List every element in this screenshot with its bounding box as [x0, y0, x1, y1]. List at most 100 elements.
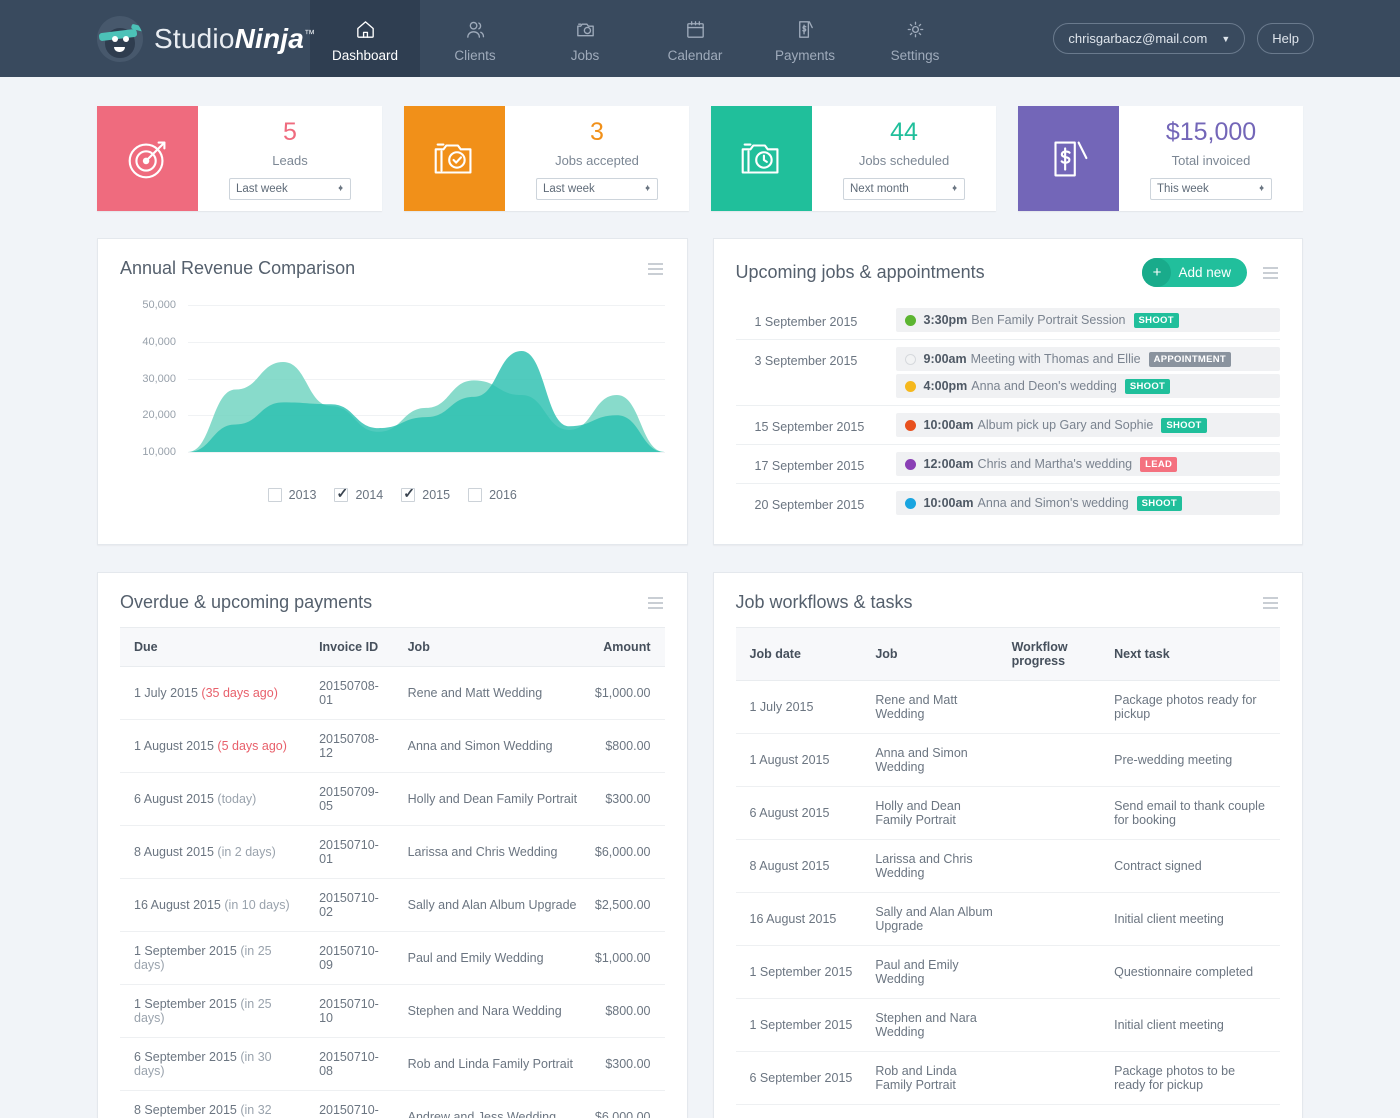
event-status-dot-icon: [904, 497, 916, 509]
table-row[interactable]: 1 August 2015 (5 days ago) 20150708-12 Ann…: [120, 719, 665, 773]
amount: $300.00: [586, 772, 665, 826]
event-status-dot-icon: [904, 458, 916, 470]
table-row[interactable]: 1 September 2015 Paul and Emily Wedding Qu…: [735, 945, 1280, 999]
table-row[interactable]: 1 September 2015 Stephen and Nara Wedding…: [735, 998, 1280, 1052]
job-event[interactable]: 10:00am Anna and Simon's wedding SHOOT: [895, 491, 1280, 515]
nav-item-jobs[interactable]: Jobs: [530, 0, 640, 77]
stat-value: 44: [890, 117, 918, 146]
account-menu-button[interactable]: chrisgarbacz@mail.com ▼: [1053, 23, 1246, 54]
stat-label: Leads: [272, 152, 308, 168]
nav-item-payments[interactable]: Payments: [750, 0, 860, 77]
table-row[interactable]: 1 July 2015 (35 days ago) 20150708-01 Rene…: [120, 666, 665, 720]
column-header[interactable]: Invoice ID: [311, 627, 400, 667]
panel-menu-icon[interactable]: [646, 261, 665, 277]
nav-item-calendar[interactable]: Calendar: [640, 0, 750, 77]
table-row[interactable]: 6 August 2015 Holly and Dean Family Portr…: [735, 786, 1280, 840]
table-row[interactable]: 8 September 2015 (in 32 days)20150710-12…: [120, 1090, 665, 1118]
workflow-progress-cell: [1003, 680, 1107, 734]
header-right: chrisgarbacz@mail.com ▼ Help: [1053, 0, 1400, 77]
due-relative: (5 days ago): [217, 739, 287, 753]
table-row[interactable]: 8 August 2015 (in 2 days) 20150710-01 Lari…: [120, 825, 665, 879]
column-header[interactable]: Workflow progress: [1003, 627, 1107, 681]
payment-due-cell: 8 September 2015 (in 32 days): [120, 1090, 312, 1118]
next-task: Pre-wedding meeting: [1106, 1104, 1280, 1118]
job-name: Holly and Dean Family Portrait: [399, 772, 587, 826]
workflow-progress-cell: [1003, 892, 1107, 946]
stat-period-select[interactable]: This week ▲ ▼: [1150, 177, 1272, 200]
checkbox-icon[interactable]: [468, 488, 483, 502]
add-new-button[interactable]: + Add new: [1142, 258, 1247, 287]
table-row[interactable]: 6 August 2015 (today) 20150709-05 Holly an…: [120, 772, 665, 826]
stat-period-select[interactable]: Last week ▲ ▼: [229, 177, 351, 200]
table-header-row: Job date Job Workflow progress Next task: [735, 627, 1280, 681]
job-date: 17 September 2015: [754, 459, 865, 473]
job-date: 15 September 2015: [754, 420, 865, 434]
brand-logo[interactable]: StudioNinja™: [0, 0, 315, 77]
table-row[interactable]: 8 August 2015 Larissa and Chris Wedding Co…: [735, 839, 1280, 893]
panel-menu-icon[interactable]: [1261, 265, 1280, 281]
job-event[interactable]: 4:00pm Anna and Deon's wedding SHOOT: [895, 374, 1280, 398]
nav-item-label: Calendar: [667, 48, 723, 63]
revenue-area-chart: 50,000 40,000 30,000 20,000 10,000: [120, 295, 665, 470]
legend-checkbox-2016[interactable]: 2016: [468, 488, 517, 502]
invoice-id: 20150708-01: [311, 666, 400, 720]
help-button[interactable]: Help: [1257, 23, 1314, 54]
panel-menu-icon[interactable]: [646, 595, 665, 611]
legend-checkbox-2014[interactable]: 2014: [334, 485, 383, 502]
table-row[interactable]: 16 August 2015 Sally and Alan Album Upgra…: [735, 892, 1280, 946]
job-event[interactable]: 9:00am Meeting with Thomas and Ellie APPOI…: [895, 347, 1280, 371]
job-event[interactable]: 12:00am Chris and Martha's wedding LEAD: [895, 452, 1280, 476]
nav-item-dashboard[interactable]: Dashboard: [310, 0, 420, 77]
nav-item-clients[interactable]: Clients: [420, 0, 530, 77]
help-label: Help: [1272, 31, 1299, 46]
legend-label: 2016: [489, 488, 517, 502]
legend-checkbox-2015[interactable]: 2015: [401, 485, 451, 502]
table-row[interactable]: 6 September 2015 Rob and Linda Family Por…: [735, 1051, 1280, 1105]
event-time: 12:00am: [923, 457, 974, 471]
panel-menu-icon[interactable]: [1261, 595, 1280, 611]
stat-value: $15,000: [1165, 117, 1257, 146]
y-tick-label: 10,000: [142, 446, 176, 458]
job-date: 1 September 2015: [735, 945, 868, 999]
legend-checkbox-2013[interactable]: 2013: [267, 488, 316, 502]
job-event[interactable]: 10:00am Album pick up Gary and Sophie SHOO…: [895, 413, 1280, 437]
stat-value: 5: [283, 117, 297, 146]
column-header[interactable]: Job: [867, 627, 1004, 681]
stat-label: Jobs accepted: [555, 152, 639, 168]
payments-table: Due Invoice ID Job Amount 1 July 2015 (35 d…: [120, 627, 665, 1118]
legend-label: 2015: [422, 488, 451, 502]
next-task: Package photos ready for pickup: [1106, 680, 1280, 734]
table-row[interactable]: 8 September 2015Andrew and Jess Wedding P…: [735, 1104, 1280, 1118]
amount: $800.00: [586, 719, 665, 773]
table-row[interactable]: 1 September 2015 (in 25 days) 20150710-10…: [120, 984, 665, 1038]
event-time: 3:30pm: [923, 313, 968, 327]
column-header[interactable]: Next task: [1106, 627, 1280, 681]
table-row[interactable]: 1 September 2015 (in 25 days) 20150710-09…: [120, 931, 665, 985]
event-status-dot-icon: [904, 353, 916, 365]
panel-header: Job workflows & tasks: [714, 573, 1303, 613]
payment-due-cell: 1 July 2015 (35 days ago): [120, 666, 312, 720]
job-event[interactable]: 3:30pm Ben Family Portrait Session SHOOT: [895, 308, 1280, 332]
stepper-icon: ▲ ▼: [1258, 183, 1265, 193]
checkbox-icon[interactable]: [267, 488, 282, 502]
next-task: Contract signed: [1106, 839, 1280, 893]
nav-item-label: Dashboard: [331, 48, 399, 63]
payment-due-cell: 1 September 2015 (in 25 days): [120, 931, 312, 985]
job-date-group: 20 September 2015 10:00am Anna and Simon's…: [735, 483, 1280, 522]
stat-period-select[interactable]: Next month ▲ ▼: [843, 177, 965, 200]
checkbox-icon[interactable]: [401, 485, 416, 502]
nav-item-settings[interactable]: Settings: [860, 0, 970, 77]
camera-icon: [574, 18, 597, 41]
column-header[interactable]: Amount: [586, 627, 665, 667]
table-row[interactable]: 1 August 2015 Anna and Simon Wedding Pre-w…: [735, 733, 1280, 787]
table-row[interactable]: 6 September 2015 (in 30 days) 20150710-08…: [120, 1037, 665, 1091]
stat-period-select[interactable]: Last week ▲ ▼: [536, 177, 658, 200]
column-header[interactable]: Due: [120, 627, 312, 667]
invoice-dollar-icon: [1018, 106, 1119, 211]
column-header[interactable]: Job: [399, 627, 587, 667]
checkbox-icon[interactable]: [334, 485, 349, 502]
column-header[interactable]: Job date: [735, 627, 868, 681]
table-row[interactable]: 16 August 2015 (in 10 days) 20150710-02 Sa…: [120, 878, 665, 932]
table-row[interactable]: 1 July 2015 Rene and Matt Wedding Package …: [735, 680, 1280, 734]
nav-item-label: Settings: [890, 48, 940, 63]
